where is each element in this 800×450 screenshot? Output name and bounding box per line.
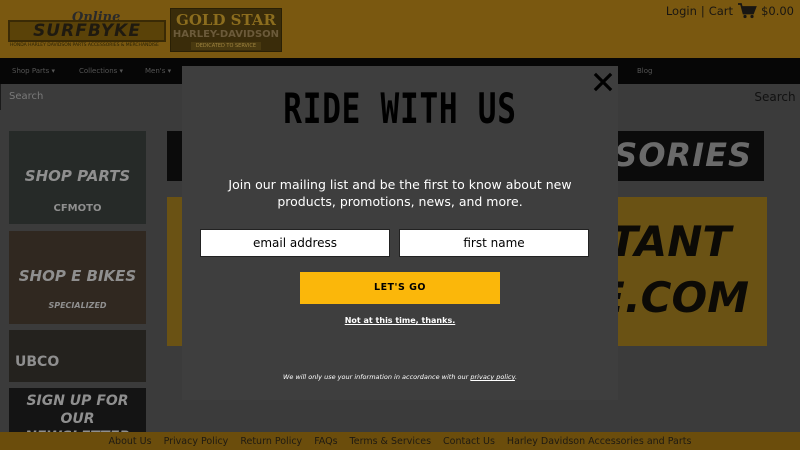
search-button[interactable]: Search (750, 84, 800, 110)
nav-item-shop-parts[interactable]: Shop Parts ▾ (12, 67, 55, 75)
account-separator: | (700, 4, 705, 18)
tile-shop-parts-brand: CFMOTO (53, 203, 102, 214)
tile-newsletter-label: SIGN UP FOR OUR NEWSLETTER (25, 393, 130, 432)
close-icon[interactable] (592, 71, 614, 93)
nav-item-collections[interactable]: Collections ▾ (79, 67, 123, 75)
dealer-logo-brand: HARLEY-DAVIDSON (172, 29, 280, 40)
footer-link-return[interactable]: Return Policy (240, 436, 302, 447)
privacy-note-prefix: We will only use your information in acc… (282, 373, 471, 381)
tile-shop-ebikes-label: SHOP E BIKES (18, 267, 137, 285)
submit-button[interactable]: LET'S GO (300, 272, 500, 304)
privacy-note: We will only use your information in acc… (182, 373, 618, 381)
privacy-note-suffix: . (514, 373, 518, 381)
site-logo[interactable]: Online SURFBYKE HONDA HARLEY DAVIDSON PA… (8, 10, 166, 48)
footer-link-privacy[interactable]: Privacy Policy (164, 436, 229, 447)
nav-item-blog[interactable]: Blog (637, 67, 652, 75)
shopping-cart-icon[interactable] (737, 3, 757, 19)
dealer-logo-top: GOLD STAR (176, 11, 276, 29)
logo-wordmark: SURFBYKE (8, 20, 166, 42)
footer-link-faqs[interactable]: FAQs (314, 436, 337, 447)
modal-description: Join our mailing list and be the first t… (228, 177, 572, 209)
account-links: Login | Cart $0.00 (666, 3, 794, 19)
site-header: Online SURFBYKE HONDA HARLEY DAVIDSON PA… (0, 0, 800, 58)
tile-shop-ebikes[interactable]: SHOP E BIKES SPECIALIZED (9, 231, 146, 324)
first-name-field[interactable]: first name (399, 229, 589, 257)
login-link[interactable]: Login (666, 4, 697, 18)
footer-link-about[interactable]: About Us (109, 436, 152, 447)
cart-link[interactable]: Cart (709, 4, 733, 18)
tile-shop-parts-label: SHOP PARTS (24, 167, 131, 185)
site-footer: About Us Privacy Policy Return Policy FA… (0, 432, 800, 450)
dealer-logo-sub: DEDICATED TO SERVICE (191, 42, 261, 50)
modal-title: RIDE WITH US (283, 84, 517, 133)
tile-ubco[interactable]: UBCO (9, 330, 146, 382)
dealer-logo[interactable]: GOLD STAR HARLEY-DAVIDSON DEDICATED TO S… (170, 8, 282, 52)
decline-link[interactable]: Not at this time, thanks. (182, 316, 618, 325)
tile-shop-ebikes-brand: SPECIALIZED (48, 301, 107, 310)
footer-link-terms[interactable]: Terms & Services (350, 436, 431, 447)
cart-total: $0.00 (761, 4, 794, 18)
email-field[interactable]: email address (200, 229, 390, 257)
tile-shop-parts[interactable]: SHOP PARTS CFMOTO (9, 131, 146, 224)
privacy-policy-link[interactable]: privacy policy (470, 373, 515, 381)
newsletter-modal: RIDE WITH US Join our mailing list and b… (182, 66, 618, 400)
logo-tagline: HONDA HARLEY DAVIDSON PARTS ACCESSORIES … (10, 43, 159, 48)
tile-newsletter[interactable]: SIGN UP FOR OUR NEWSLETTER (9, 388, 146, 432)
footer-link-contact[interactable]: Contact Us (443, 436, 495, 447)
tile-ubco-label: UBCO (15, 354, 60, 370)
nav-item-mens[interactable]: Men's ▾ (145, 67, 171, 75)
footer-link-harley[interactable]: Harley Davidson Accessories and Parts (507, 436, 692, 447)
